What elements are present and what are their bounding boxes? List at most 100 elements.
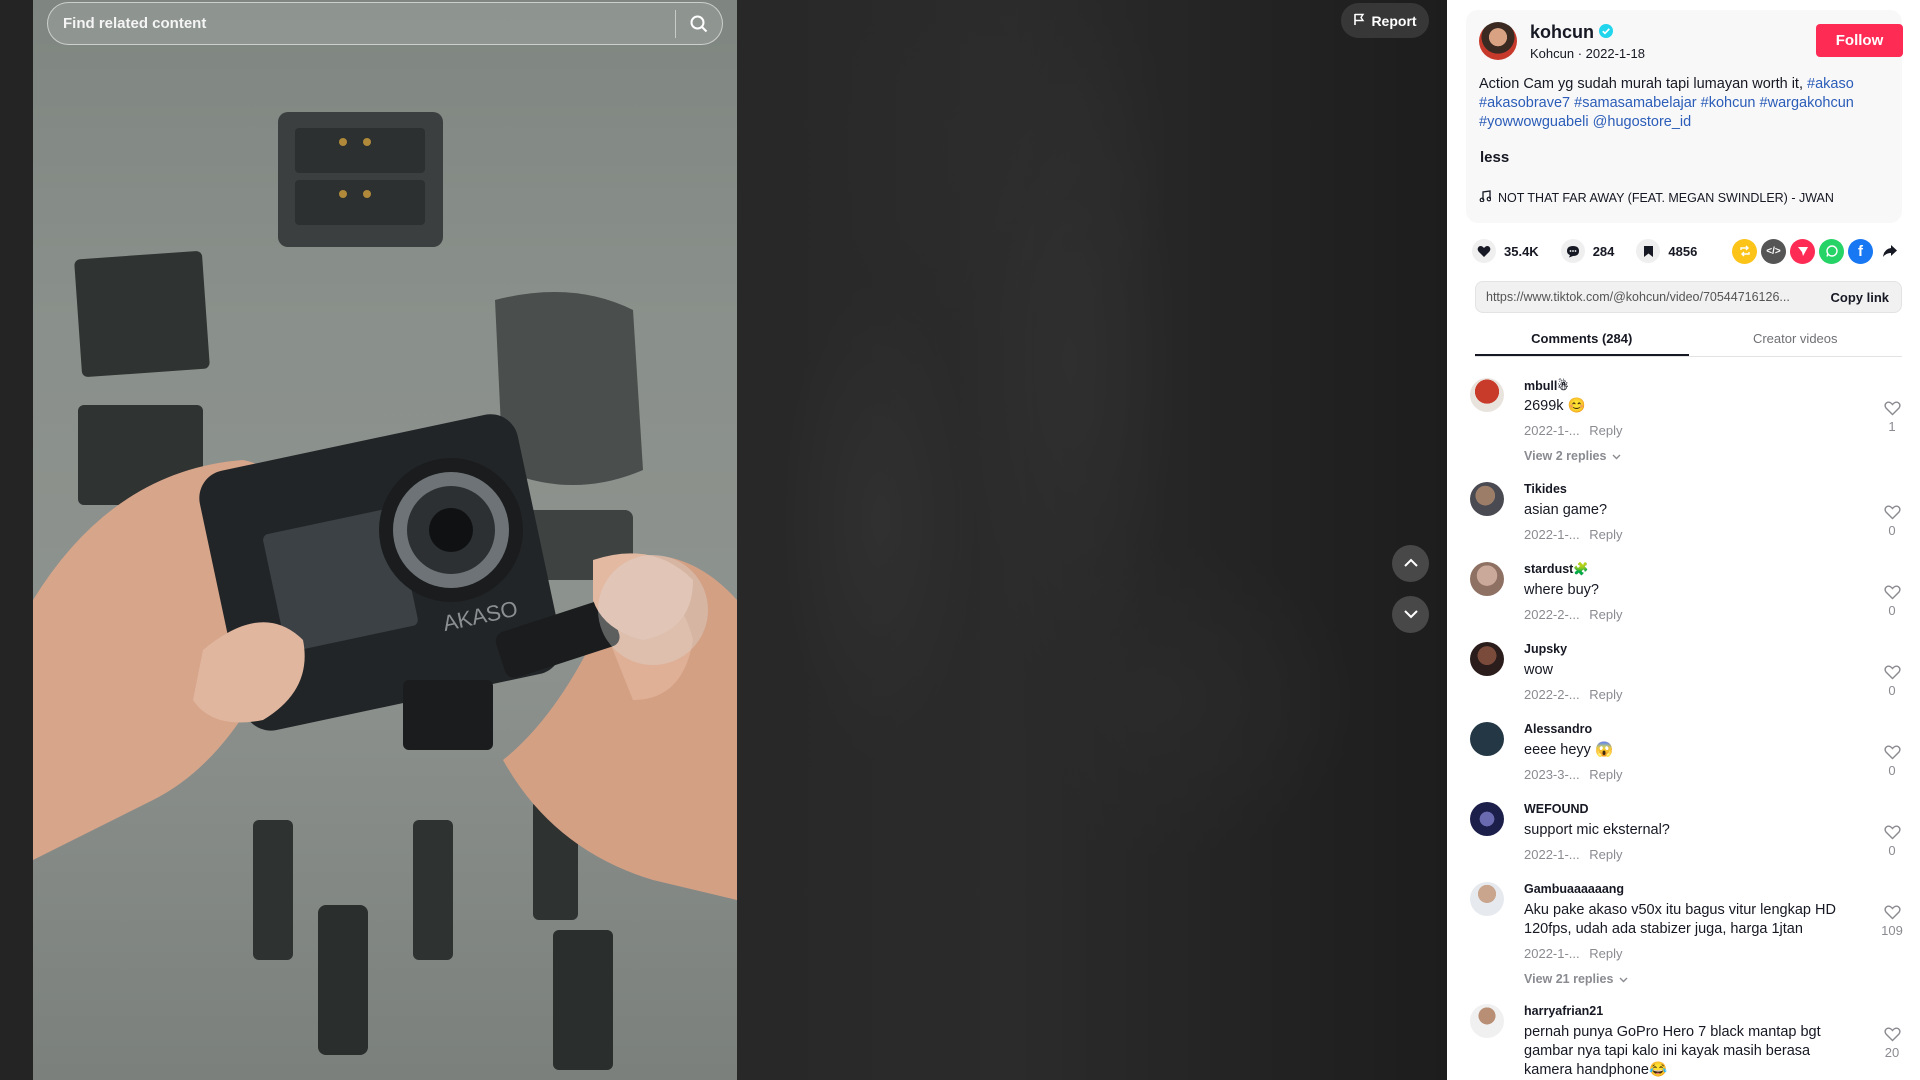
reply-button[interactable]: Reply xyxy=(1589,607,1622,622)
comment-like[interactable]: 109 xyxy=(1876,905,1908,938)
avatar[interactable] xyxy=(1470,562,1504,596)
author-username[interactable]: kohcun xyxy=(1530,22,1614,43)
comment-like[interactable]: 0 xyxy=(1876,745,1908,778)
video-stage: AKASO Report xyxy=(0,0,1447,1080)
avatar[interactable] xyxy=(1470,1004,1504,1038)
comment-like-count: 0 xyxy=(1888,843,1896,858)
author-username-text: kohcun xyxy=(1530,22,1595,42)
like-button[interactable]: 35.4K xyxy=(1472,239,1539,263)
search-input[interactable] xyxy=(48,3,675,44)
video-url[interactable]: https://www.tiktok.com/@kohcun/video/705… xyxy=(1476,290,1818,304)
heart-outline-icon xyxy=(1883,825,1901,843)
chevron-down-icon xyxy=(1403,606,1419,624)
comment-text: support mic eksternal? xyxy=(1524,822,1670,838)
comment-like[interactable]: 20 xyxy=(1876,1027,1908,1060)
comment-text: where buy? xyxy=(1524,582,1599,598)
comment-button[interactable]: 284 xyxy=(1560,239,1614,263)
comment-author[interactable]: WEFOUND xyxy=(1524,802,1589,816)
comment-author[interactable]: Alessandro xyxy=(1524,722,1592,736)
mention-hugostore[interactable]: @hugostore_id xyxy=(1593,114,1692,130)
embed-icon[interactable]: </> xyxy=(1761,238,1786,264)
save-count: 4856 xyxy=(1668,243,1698,259)
share-arrow-icon[interactable] xyxy=(1877,239,1902,264)
comment-meta: 2023-3-... Reply xyxy=(1524,767,1623,782)
comment-date: 2022-1-... xyxy=(1524,423,1580,438)
chevron-down-icon xyxy=(1619,972,1628,986)
hashtag-kohcun[interactable]: #kohcun xyxy=(1701,95,1756,111)
video-player[interactable]: AKASO xyxy=(33,0,737,1080)
save-button[interactable]: 4856 xyxy=(1636,239,1697,263)
video-link-box: https://www.tiktok.com/@kohcun/video/705… xyxy=(1475,281,1902,313)
reply-button[interactable]: Reply xyxy=(1589,423,1622,438)
facebook-icon[interactable]: f xyxy=(1848,238,1873,264)
tab-comments[interactable]: Comments (284) xyxy=(1475,325,1689,356)
video-info-card: kohcun Kohcun · 2022-1-18 Follow Action … xyxy=(1466,10,1903,223)
bookmark-icon xyxy=(1636,239,1661,263)
reply-button[interactable]: Reply xyxy=(1589,767,1622,782)
reply-button[interactable]: Reply xyxy=(1589,847,1622,862)
reply-button[interactable]: Reply xyxy=(1589,946,1622,961)
avatar[interactable] xyxy=(1470,882,1504,916)
author-avatar[interactable] xyxy=(1479,22,1517,60)
flag-icon xyxy=(1353,13,1365,29)
like-count: 35.4K xyxy=(1504,243,1539,259)
hashtag-samasamabelajar[interactable]: #samasamabelajar xyxy=(1574,95,1697,111)
heart-outline-icon xyxy=(1883,905,1901,923)
comment-author[interactable]: Jupsky xyxy=(1524,642,1567,656)
comment-text: pernah punya GoPro Hero 7 black mantap b… xyxy=(1524,1024,1821,1078)
hashtag-akasobrave7[interactable]: #akasobrave7 xyxy=(1479,95,1570,111)
comment-date: 2022-1-... xyxy=(1524,946,1580,961)
comment-like-count: 20 xyxy=(1884,1045,1900,1060)
comment-icon xyxy=(1560,239,1585,263)
comment-author[interactable]: Tikides xyxy=(1524,482,1567,496)
reply-button[interactable]: Reply xyxy=(1589,687,1622,702)
report-button[interactable]: Report xyxy=(1341,3,1429,38)
comment-author[interactable]: harryafrian21 xyxy=(1524,1004,1603,1018)
comment-date: 2022-1-... xyxy=(1524,527,1580,542)
comment-date: 2022-2-... xyxy=(1524,687,1580,702)
left-strip xyxy=(0,0,33,1080)
panel-tabs: Comments (284) Creator videos xyxy=(1475,325,1902,357)
less-toggle[interactable]: less xyxy=(1480,149,1509,166)
tab-creator-videos[interactable]: Creator videos xyxy=(1689,325,1903,356)
previous-video-button[interactable] xyxy=(1392,545,1429,582)
whatsapp-icon[interactable] xyxy=(1819,238,1844,264)
avatar[interactable] xyxy=(1470,642,1504,676)
avatar[interactable] xyxy=(1470,378,1504,412)
action-bar: 35.4K 284 4856 </> f xyxy=(1472,238,1902,264)
comment-like[interactable]: 0 xyxy=(1876,585,1908,618)
next-video-button[interactable] xyxy=(1392,596,1429,633)
send-icon[interactable] xyxy=(1790,238,1815,264)
follow-button[interactable]: Follow xyxy=(1816,24,1903,57)
chevron-down-icon xyxy=(1612,449,1621,463)
avatar[interactable] xyxy=(1470,802,1504,836)
copy-link-button[interactable]: Copy link xyxy=(1818,290,1901,305)
search-bar[interactable] xyxy=(47,2,723,45)
comment-author[interactable]: stardust🧩 xyxy=(1524,562,1589,577)
view-replies-button[interactable]: View 2 replies xyxy=(1524,449,1621,463)
reply-button[interactable]: Reply xyxy=(1589,527,1622,542)
music-link[interactable]: NOT THAT FAR AWAY (FEAT. MEGAN SWINDLER)… xyxy=(1479,190,1834,205)
author-meta: Kohcun · 2022-1-18 xyxy=(1530,46,1645,61)
hashtag-akaso[interactable]: #akaso xyxy=(1807,76,1854,92)
comment-date: 2022-1-... xyxy=(1524,847,1580,862)
comment-meta: 2022-2-... Reply xyxy=(1524,687,1623,702)
avatar[interactable] xyxy=(1470,722,1504,756)
view-replies-button[interactable]: View 21 replies xyxy=(1524,972,1628,986)
hashtag-yowwowguabeli[interactable]: #yowwowguabeli xyxy=(1479,114,1589,130)
comment-author[interactable]: Gambuaaaaaang xyxy=(1524,882,1624,896)
verified-badge-icon xyxy=(1599,22,1614,43)
heart-outline-icon xyxy=(1883,505,1901,523)
share-icons: </> f xyxy=(1732,238,1902,264)
repost-icon[interactable] xyxy=(1732,238,1757,264)
comment-author[interactable]: mbull☃ xyxy=(1524,378,1569,393)
heart-outline-icon xyxy=(1883,401,1901,419)
hashtag-wargakohcun[interactable]: #wargakohcun xyxy=(1760,95,1854,111)
comment-like[interactable]: 0 xyxy=(1876,505,1908,538)
comment-like[interactable]: 0 xyxy=(1876,825,1908,858)
avatar[interactable] xyxy=(1470,482,1504,516)
description-text: Action Cam yg sudah murah tapi lumayan w… xyxy=(1479,76,1803,92)
comment-like[interactable]: 1 xyxy=(1876,401,1908,434)
search-icon[interactable] xyxy=(676,3,722,44)
comment-like[interactable]: 0 xyxy=(1876,665,1908,698)
